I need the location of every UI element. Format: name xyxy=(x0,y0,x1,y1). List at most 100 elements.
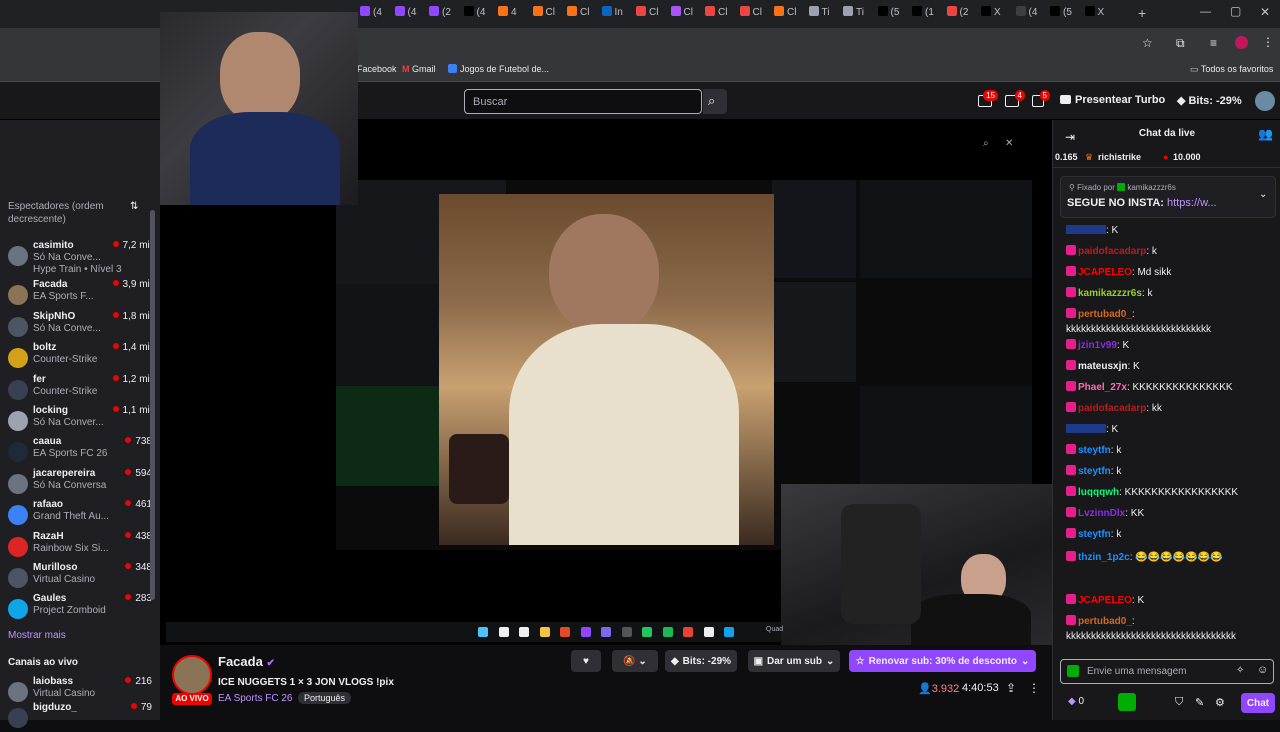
sidebar-channel-item[interactable]: Murilloso Virtual Casino 348 xyxy=(8,562,152,592)
channel-points[interactable]: ◆ 0 xyxy=(1068,696,1084,707)
share-icon[interactable]: ⇪ xyxy=(1006,681,1016,695)
subscribe-button[interactable]: ▣ Dar um sub ⌄ xyxy=(748,650,840,672)
gift-turbo-button[interactable]: Presentear Turbo xyxy=(1060,94,1165,106)
chat-username[interactable]: mateusxjn xyxy=(1078,361,1127,372)
browser-tab[interactable]: X xyxy=(981,6,1011,22)
browser-tab[interactable]: (4 xyxy=(394,6,425,22)
chat-message[interactable]: pertubad0_: xyxy=(1066,615,1271,628)
chat-message[interactable]: JCAPELEO: K xyxy=(1066,594,1271,607)
chat-username[interactable]: jzin1v99 xyxy=(1078,340,1117,351)
browser-tab[interactable]: Cl xyxy=(636,6,666,22)
browser-tab[interactable]: 4 xyxy=(498,6,528,22)
stream-close-icon[interactable]: ✕ xyxy=(1005,138,1013,149)
channel-avatar[interactable] xyxy=(172,655,212,695)
search-input[interactable]: Buscar xyxy=(464,89,702,114)
bookmark-star-icon[interactable]: ☆ xyxy=(1142,36,1153,50)
show-more-link[interactable]: Mostrar mais xyxy=(8,630,66,641)
sidebar-channel-item[interactable]: bigduzo_ 79 xyxy=(8,702,152,732)
chat-message[interactable]: steytfn: k xyxy=(1066,465,1271,478)
chat-message[interactable]: pertubad0_: xyxy=(1066,308,1271,321)
sidebar-channel-item[interactable]: RazaH Rainbow Six Si... 438 xyxy=(8,531,152,561)
chat-message[interactable]: mateusxjn: K xyxy=(1066,360,1271,373)
chat-username[interactable]: paidofacadarp xyxy=(1078,403,1146,414)
chat-badge-icon[interactable] xyxy=(1067,665,1079,677)
browser-menu-icon[interactable]: ⋮ xyxy=(1262,35,1274,49)
browser-tab[interactable]: (4 xyxy=(463,6,494,22)
gear-icon[interactable]: ⚙ xyxy=(1215,696,1225,709)
sidebar-channel-item[interactable]: Facada EA Sports F... 3,9 mil xyxy=(8,279,152,309)
video-player[interactable]: ✕ ⌕ Quad xyxy=(160,12,1052,645)
chat-message[interactable]: kkkkkkkkkkkkkkkkkkkkkkkkkkkkkkkkkk xyxy=(1066,630,1271,643)
pinned-message[interactable]: ⚲ Fixado por kamikazzzr6s SEGUE NO INSTA… xyxy=(1060,176,1276,218)
sidebar-scrollbar[interactable] xyxy=(150,210,155,600)
browser-tab[interactable]: Ti xyxy=(808,6,839,22)
user-avatar[interactable] xyxy=(1255,91,1275,111)
chat-username[interactable]: LvzinnDlx xyxy=(1078,508,1125,519)
pinned-expand-icon[interactable]: ⌄ xyxy=(1259,189,1267,200)
prime-crown-button[interactable]: 15 xyxy=(978,90,998,107)
chat-username[interactable]: steytfn xyxy=(1078,466,1111,477)
sidebar-channel-item[interactable]: rafaao Grand Theft Au... 461 xyxy=(8,499,152,529)
prediction-icon[interactable] xyxy=(1118,693,1136,711)
chat-message[interactable]: paidofacadarp: kk xyxy=(1066,402,1271,415)
browser-tab[interactable]: In xyxy=(601,6,632,22)
sidebar-channel-item[interactable]: casimito Só Na Conve... 7,2 mil Hype Train … xyxy=(8,240,152,275)
browser-tab[interactable]: Ti xyxy=(843,6,873,22)
chat-username[interactable] xyxy=(1066,424,1106,433)
stream-game-link[interactable]: EA Sports FC 26 xyxy=(218,693,292,704)
browser-tab[interactable]: Cl xyxy=(567,6,597,22)
sidebar-channel-item[interactable]: boltz Counter-Strike 1,4 mil xyxy=(8,342,152,372)
browser-tab[interactable]: (4 xyxy=(360,6,390,22)
follow-button[interactable]: ♥ xyxy=(571,650,601,672)
bits-cheer-button[interactable]: ◆ Bits: -29% xyxy=(665,650,737,672)
sidebar-channel-item[interactable]: locking Só Na Conver... 1,1 mil xyxy=(8,405,152,435)
pencil-icon[interactable]: ✎ xyxy=(1195,696,1204,709)
all-bookmarks[interactable]: ▭ Todos os favoritos xyxy=(1190,64,1273,75)
chat-username[interactable] xyxy=(1066,225,1106,234)
chat-message[interactable]: Phael_27x: KKKKKKKKKKKKKKK xyxy=(1066,381,1271,394)
browser-tab[interactable]: (4 xyxy=(1015,6,1046,22)
language-tag[interactable]: Português xyxy=(298,692,352,704)
chat-message[interactable]: jzin1v99: K xyxy=(1066,339,1271,352)
minimize-icon[interactable]: — xyxy=(1200,6,1211,18)
sidebar-channel-item[interactable]: SkipNhO Só Na Conve... 1,8 mil xyxy=(8,311,152,341)
browser-tab[interactable]: Cl xyxy=(532,6,563,22)
chat-username[interactable]: paidofacadarp xyxy=(1078,246,1146,257)
sidebar-channel-item[interactable]: jacarepereira Só Na Conversa 594 xyxy=(8,468,152,498)
pinned-link[interactable]: https://w... xyxy=(1167,197,1217,209)
channel-name[interactable]: Facada ✔ xyxy=(218,654,275,669)
sidebar-channel-item[interactable]: caaua EA Sports FC 26 738 xyxy=(8,436,152,466)
bits-cheer-icon[interactable]: ✧ xyxy=(1236,665,1244,676)
chat-username[interactable]: pertubad0_ xyxy=(1078,309,1132,320)
chat-message[interactable]: : K xyxy=(1066,423,1271,436)
chat-username[interactable]: steytfn xyxy=(1078,529,1111,540)
browser-tab[interactable]: X xyxy=(1084,6,1115,22)
bits-button[interactable]: ◆ Bits: -29% xyxy=(1177,94,1242,107)
browser-tab[interactable]: (2 xyxy=(946,6,977,22)
chat-username[interactable]: kamikazzzr6s xyxy=(1078,288,1142,299)
media-icon[interactable]: ≡ xyxy=(1210,36,1217,50)
bookmark-facebook[interactable]: Facebook xyxy=(357,64,397,74)
inbox-button[interactable]: 4 xyxy=(1005,90,1025,107)
browser-tab[interactable]: (5 xyxy=(877,6,908,22)
extensions-icon[interactable]: ⧉ xyxy=(1176,36,1185,51)
chat-username[interactable]: pertubad0_ xyxy=(1078,616,1132,627)
chat-username[interactable]: Phael_27x xyxy=(1078,382,1127,393)
browser-tab[interactable]: (2 xyxy=(429,6,459,22)
search-button[interactable]: ⌕ xyxy=(703,89,727,114)
chat-message[interactable]: LvzinnDlx: KK xyxy=(1066,507,1271,520)
notifications-toggle[interactable]: 🔕 ⌄ xyxy=(612,650,658,672)
chat-message[interactable]: steytfn: k xyxy=(1066,528,1271,541)
browser-tab[interactable]: Cl xyxy=(705,6,735,22)
browser-tab[interactable]: Cl xyxy=(739,6,770,22)
bookmark-gmail[interactable]: M Gmail xyxy=(402,64,436,74)
stream-zoom-icon[interactable]: ⌕ xyxy=(983,138,989,149)
chat-message[interactable]: paidofacadarp: k xyxy=(1066,245,1271,258)
new-tab-icon[interactable]: + xyxy=(1138,5,1146,21)
chat-users-icon[interactable]: 👥 xyxy=(1258,127,1273,141)
renew-sub-button[interactable]: ☆ Renovar sub: 30% de desconto ⌄ xyxy=(849,650,1036,672)
sort-arrow-icon[interactable]: ⇅ xyxy=(130,201,138,212)
notifications-button[interactable]: 5 xyxy=(1032,90,1050,107)
chat-message[interactable]: kkkkkkkkkkkkkkkkkkkkkkkkkkkkk xyxy=(1066,323,1271,336)
browser-tab[interactable]: Cl xyxy=(774,6,804,22)
